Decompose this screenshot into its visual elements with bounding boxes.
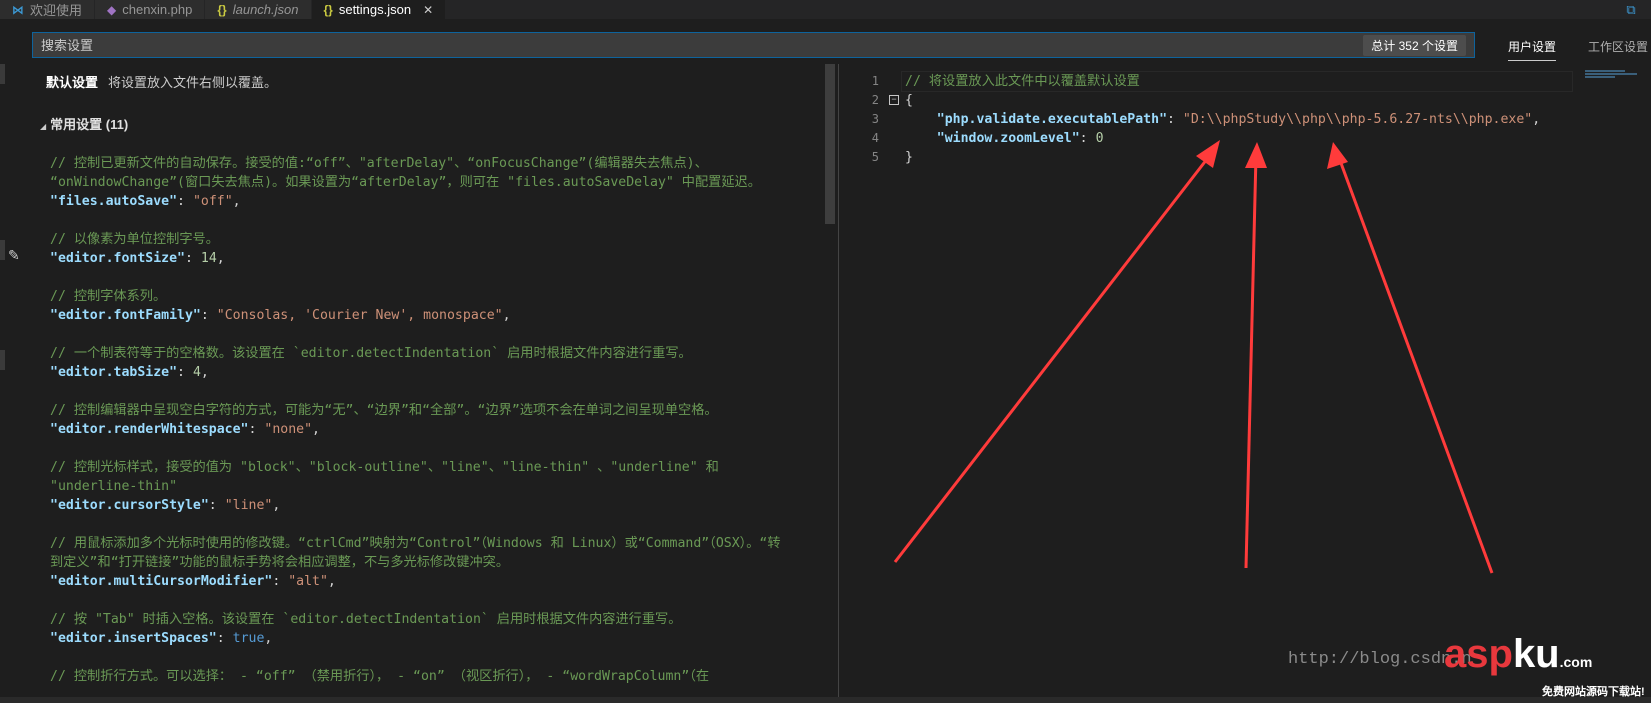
search-input[interactable] <box>33 36 1364 54</box>
code-line: // 控制编辑器中呈现空白字符的方式，可能为“无”、“边界”和“全部”。“边界”… <box>50 403 718 418</box>
default-settings-pane: 默认设置 将设置放入文件右侧以覆盖。 ◢ 常用设置 (11) ✎ // 控制已更新文… <box>0 64 838 703</box>
tab-label: chenxin.php <box>122 2 193 17</box>
code-line: { <box>905 93 913 108</box>
tab-label: settings.json <box>338 2 412 17</box>
tab-label: 欢迎使用 <box>30 3 83 18</box>
minimap-line <box>1585 76 1615 78</box>
tab-welcome[interactable]: ⋈ 欢迎使用 <box>0 0 96 19</box>
tab-launch-json[interactable]: {} launch.json <box>205 0 312 19</box>
group-label: 常用设置 (11) <box>50 117 129 132</box>
code-line: "editor.insertSpaces": true, <box>50 631 273 646</box>
json-icon: {} <box>217 2 227 17</box>
user-settings-pane: 1 2 3 4 5 − // 将设置放入此文件中以覆盖默认设置 { "php.v… <box>839 64 1651 703</box>
code-line: 到定义”和“打开链接”功能的鼠标手势将会相应调整，不与多光标修改键冲突。 <box>50 555 510 570</box>
settings-count-badge: 总计 352 个设置 <box>1363 34 1466 56</box>
code-line: // 控制字体系列。 <box>50 289 167 304</box>
watermark-logo: aspku.com <box>1444 632 1593 676</box>
open-settings-icon[interactable]: ⧉ <box>1619 0 1643 19</box>
code-line: "editor.renderWhitespace": "none", <box>50 422 320 437</box>
code-line: "window.zoomLevel": 0 <box>905 131 1104 146</box>
line-number-gutter: 1 2 3 4 5 <box>839 72 879 167</box>
expanded-triangle-icon: ◢ <box>40 122 47 131</box>
status-bar <box>0 697 1651 703</box>
minimap[interactable] <box>1585 70 1643 84</box>
php-icon: ◆ <box>107 2 117 17</box>
tab-settings-json[interactable]: {} settings.json ✕ <box>311 0 447 19</box>
gutter-mark <box>0 350 5 370</box>
vscode-icon: ⋈ <box>12 2 24 17</box>
code-line: "underline-thin" <box>50 479 178 494</box>
tab-chenxin-php[interactable]: ◆ chenxin.php <box>95 0 206 19</box>
group-header-common[interactable]: ◢ 常用设置 (11) <box>40 114 128 133</box>
gutter-mark <box>0 64 5 84</box>
code-line: "files.autoSave": "off", <box>50 194 241 209</box>
code-line: "editor.fontFamily": "Consolas, 'Courier… <box>50 308 511 323</box>
code-line: "editor.fontSize": 14, <box>50 251 225 266</box>
gutter-mark <box>0 240 5 260</box>
code-line: // 将设置放入此文件中以覆盖默认设置 <box>905 74 1140 89</box>
code-line: // 控制已更新文件的自动保存。接受的值:“off”、"afterDelay"、… <box>50 156 708 171</box>
line-number: 4 <box>871 131 879 145</box>
line-number: 5 <box>871 150 879 164</box>
close-icon[interactable]: ✕ <box>423 3 433 17</box>
code-line: // 以像素为单位控制字号。 <box>50 232 219 247</box>
search-box: 总计 352 个设置 <box>32 32 1475 58</box>
tab-user-settings[interactable]: 用户设置 <box>1508 38 1557 61</box>
user-settings-code[interactable]: // 将设置放入此文件中以覆盖默认设置 { "php.validate.exec… <box>905 72 1540 167</box>
left-scrollbar[interactable] <box>825 64 835 224</box>
tab-bar: ⋈ 欢迎使用 ◆ chenxin.php {} launch.json {} s… <box>0 0 1651 19</box>
json-icon: {} <box>323 2 333 17</box>
code-line: // 按 "Tab" 时插入空格。该设置在 `editor.detectInde… <box>50 612 682 627</box>
default-settings-code: // 控制已更新文件的自动保存。接受的值:“off”、"afterDelay"、… <box>50 154 820 686</box>
pencil-icon[interactable]: ✎ <box>8 247 20 264</box>
code-line: // 控制光标样式，接受的值为 "block"、"block-outline"、… <box>50 460 719 475</box>
code-line: "editor.tabSize": 4, <box>50 365 209 380</box>
tab-bar-spacer <box>446 0 1619 19</box>
code-line: "editor.cursorStyle": "line", <box>50 498 281 513</box>
settings-search-row: 总计 352 个设置 用户设置 工作区设置 <box>0 26 1651 62</box>
code-line: "editor.multiCursorModifier": "alt", <box>50 574 336 589</box>
code-line: } <box>905 150 913 165</box>
line-number: 1 <box>871 74 879 88</box>
line-number: 2 <box>871 93 879 107</box>
tab-workspace-settings[interactable]: 工作区设置 <box>1588 38 1648 55</box>
code-line: “onWindowChange”(窗口失去焦点)。如果设置为“afterDela… <box>50 175 761 190</box>
fold-collapse-icon[interactable]: − <box>889 95 899 105</box>
code-line: "php.validate.executablePath": "D:\\phpS… <box>905 112 1541 127</box>
default-settings-header: 默认设置 将设置放入文件右侧以覆盖。 <box>46 72 277 91</box>
code-line: // 一个制表符等于的空格数。该设置在 `editor.detectIndent… <box>50 346 692 361</box>
line-number: 3 <box>871 112 879 126</box>
default-settings-title: 默认设置 <box>46 75 99 90</box>
code-line: // 用鼠标添加多个光标时使用的修改键。“ctrlCmd”映射为“Control… <box>50 536 781 551</box>
default-settings-desc: 将设置放入文件右侧以覆盖。 <box>108 75 278 90</box>
minimap-line <box>1585 70 1625 72</box>
code-line: // 控制折行方式。可以选择： - “off” （禁用折行）， - “on” （… <box>50 669 710 684</box>
minimap-line <box>1585 73 1637 75</box>
tab-label: launch.json <box>232 2 299 17</box>
